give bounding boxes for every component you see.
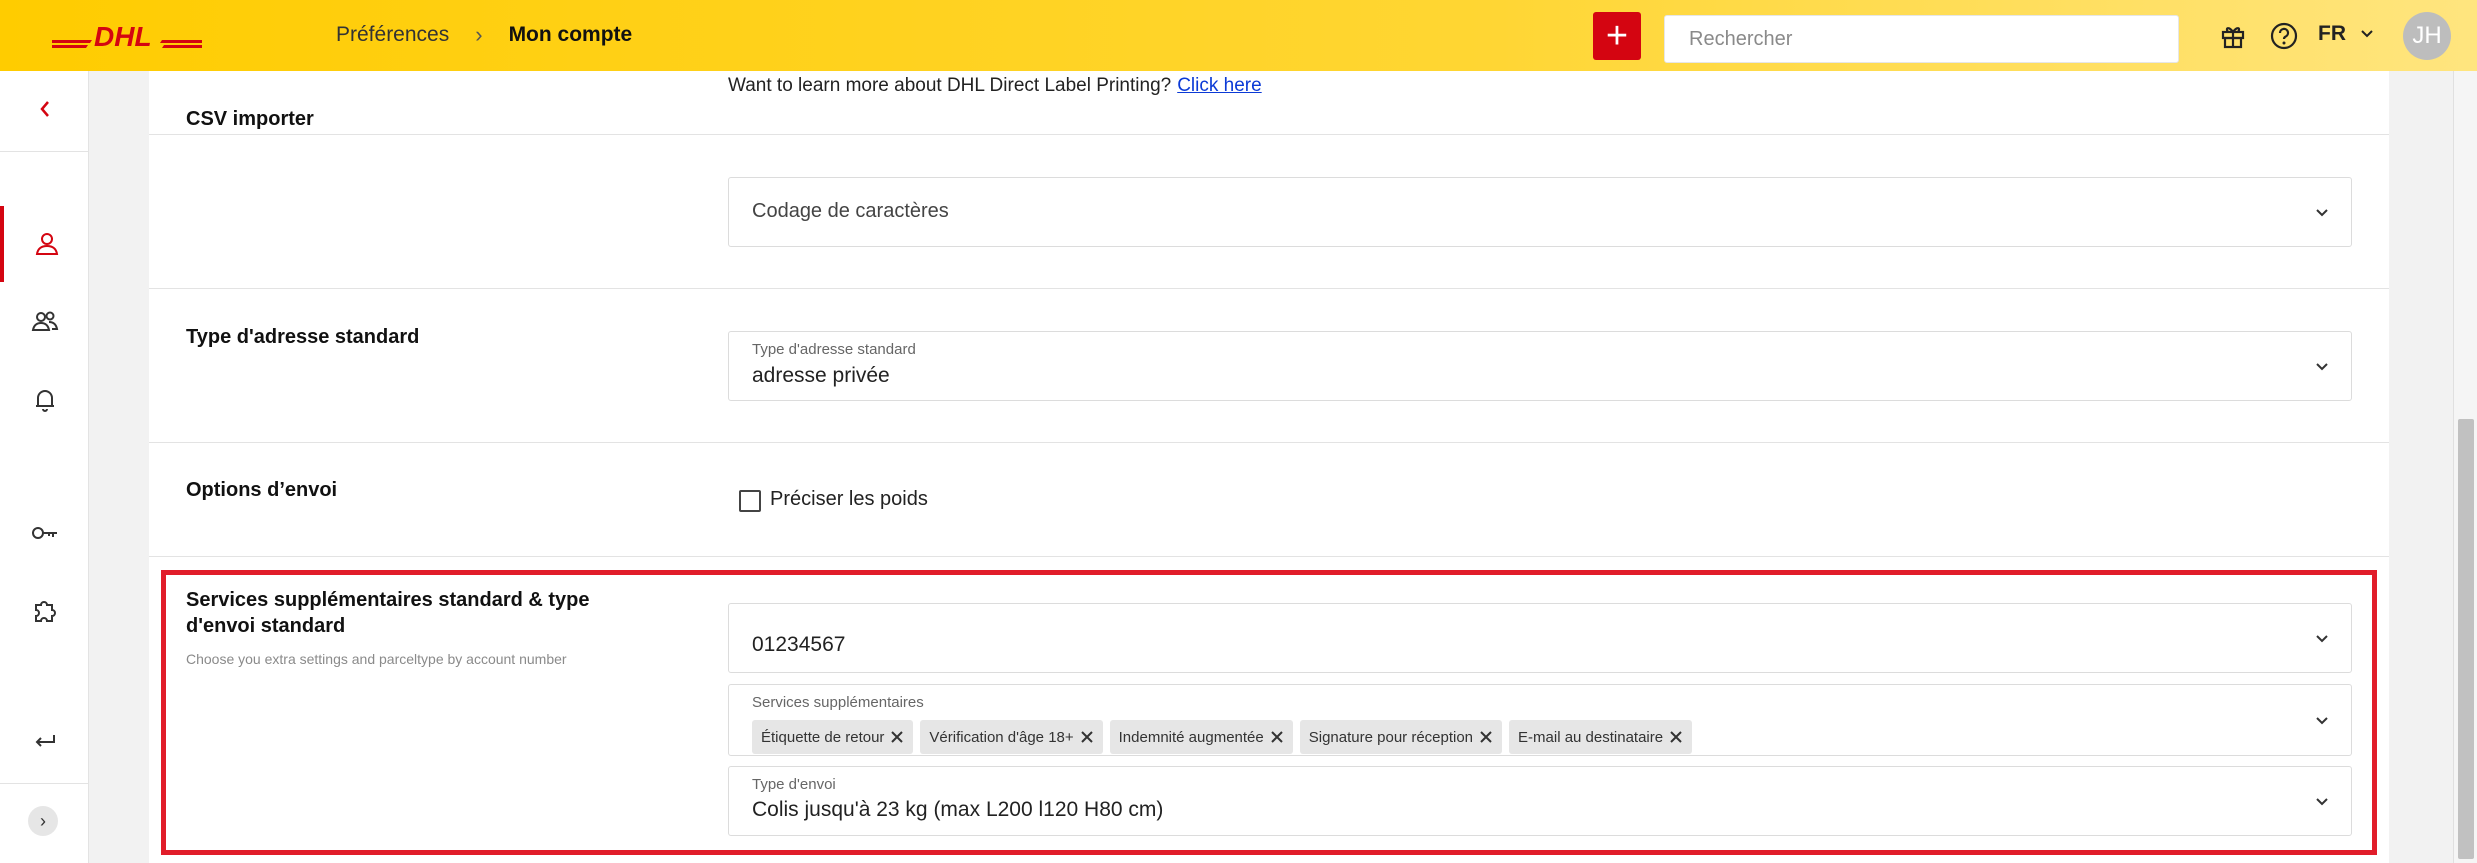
close-icon[interactable] — [1669, 730, 1683, 744]
chevron-left-icon — [39, 101, 49, 117]
section-title: Type d'adresse standard — [186, 326, 420, 348]
top-bar: DHL Préférences › Mon compte + FR JH — [0, 0, 2477, 71]
sidebar-item-logout[interactable] — [0, 704, 89, 780]
chevron-down-icon — [2361, 30, 2373, 38]
search-input[interactable] — [1664, 15, 2179, 63]
service-chip: Indemnité augmentée — [1109, 720, 1293, 754]
section-title: Options d’envoi — [186, 479, 338, 501]
parcel-type-label: Type d'envoi — [752, 776, 836, 793]
chevron-down-icon — [2316, 209, 2328, 217]
charset-placeholder: Codage de caractères — [752, 200, 949, 222]
close-icon[interactable] — [1479, 730, 1493, 744]
charset-select[interactable]: Codage de caractères — [728, 177, 2352, 247]
address-type-select[interactable]: Type d'adresse standard adresse privée — [728, 331, 2352, 401]
service-chip: Signature pour réception — [1299, 720, 1503, 754]
section-subtitle: Choose you extra settings and parceltype… — [186, 651, 567, 667]
sidebar-item-notifications[interactable] — [0, 362, 89, 438]
chevron-right-icon: › — [40, 810, 46, 831]
section-title: Services supplémentaires standard & type… — [186, 587, 590, 639]
sidebar-item-users[interactable] — [0, 284, 89, 360]
precise-weights-label[interactable]: Préciser les poids — [770, 488, 928, 511]
avatar[interactable]: JH — [2403, 12, 2451, 60]
language-label: FR — [2318, 22, 2346, 45]
section-address-type: Type d'adresse standard Type d'adresse s… — [149, 289, 2389, 443]
parcel-type-value: Colis jusqu'à 23 kg (max L200 l120 H80 c… — [752, 798, 1164, 821]
bell-icon — [35, 390, 54, 412]
close-icon[interactable] — [1080, 730, 1094, 744]
service-chip: Étiquette de retour — [752, 720, 914, 754]
breadcrumb-separator-icon: › — [475, 22, 483, 47]
parcel-type-select[interactable]: Type d'envoi Colis jusqu'à 23 kg (max L2… — [728, 766, 2352, 836]
sidebar: › — [0, 71, 89, 863]
section-shipping-options: Options d’envoi Préciser les poids — [149, 443, 2389, 557]
sidebar-divider — [0, 151, 89, 152]
puzzle-icon — [34, 601, 56, 622]
key-icon — [31, 527, 57, 539]
extra-services-chips: Étiquette de retour Vérification d'âge 1… — [752, 720, 1699, 754]
precise-weights-checkbox[interactable] — [739, 490, 761, 512]
service-chip-label: Indemnité augmentée — [1118, 728, 1264, 746]
section-title-line1: Services supplémentaires standard & type — [186, 589, 590, 611]
sidebar-item-integrations[interactable] — [0, 573, 89, 649]
scrollbar[interactable] — [2453, 71, 2477, 863]
dlp-info-text: Want to learn more about DHL Direct Labe… — [728, 75, 1172, 96]
dlp-click-here-link[interactable]: Click here — [1177, 75, 1261, 96]
users-icon — [31, 311, 58, 331]
sidebar-item-api-keys[interactable] — [0, 495, 89, 571]
section-csv-importer: CSV importer Codage de caractères — [149, 108, 2389, 289]
svg-text:DHL: DHL — [94, 21, 152, 50]
dhl-logo[interactable]: DHL — [52, 20, 202, 50]
service-chip: Vérification d'âge 18+ — [920, 720, 1103, 754]
language-selector[interactable]: FR — [2318, 22, 2374, 46]
close-icon[interactable] — [1270, 730, 1284, 744]
add-button[interactable]: + — [1593, 12, 1641, 60]
breadcrumb: Préférences › Mon compte — [336, 22, 632, 48]
expand-sidebar-button[interactable]: › — [28, 806, 58, 836]
extra-services-label: Services supplémentaires — [752, 694, 924, 711]
dlp-info: Want to learn more about DHL Direct Labe… — [728, 75, 1262, 97]
sidebar-item-account[interactable] — [0, 206, 89, 282]
service-chip-label: Vérification d'âge 18+ — [929, 728, 1074, 746]
account-number-select[interactable]: 01234567 — [728, 603, 2352, 673]
gift-icon[interactable] — [2219, 22, 2247, 50]
chevron-down-icon — [2316, 717, 2328, 725]
section-title: CSV importer — [186, 108, 314, 130]
settings-content: Want to learn more about DHL Direct Labe… — [149, 71, 2389, 863]
back-button[interactable] — [0, 71, 89, 147]
address-type-label: Type d'adresse standard — [752, 341, 916, 358]
account-number-value: 01234567 — [752, 633, 846, 656]
section-extra-services: Services supplémentaires standard & type… — [149, 557, 2389, 863]
user-icon — [35, 233, 58, 255]
breadcrumb-preferences[interactable]: Préférences — [336, 23, 449, 47]
extra-services-multiselect[interactable]: Services supplémentaires Étiquette de re… — [728, 684, 2352, 756]
service-chip-label: E-mail au destinataire — [1518, 728, 1664, 746]
section-direct-label-printing: Want to learn more about DHL Direct Labe… — [149, 71, 2389, 135]
chevron-down-icon — [2316, 363, 2328, 371]
sidebar-divider — [0, 783, 89, 784]
chevron-down-icon — [2316, 798, 2328, 806]
chevron-down-icon — [2316, 635, 2328, 643]
service-chip: E-mail au destinataire — [1509, 720, 1693, 754]
scrollbar-thumb[interactable] — [2458, 419, 2474, 859]
logout-icon — [35, 735, 55, 747]
breadcrumb-current: Mon compte — [508, 23, 633, 46]
service-chip-label: Étiquette de retour — [761, 728, 885, 746]
section-title-line2: d'envoi standard — [186, 615, 346, 637]
close-icon[interactable] — [890, 730, 904, 744]
help-icon[interactable] — [2270, 22, 2298, 50]
service-chip-label: Signature pour réception — [1308, 728, 1474, 746]
address-type-value: adresse privée — [752, 364, 890, 387]
